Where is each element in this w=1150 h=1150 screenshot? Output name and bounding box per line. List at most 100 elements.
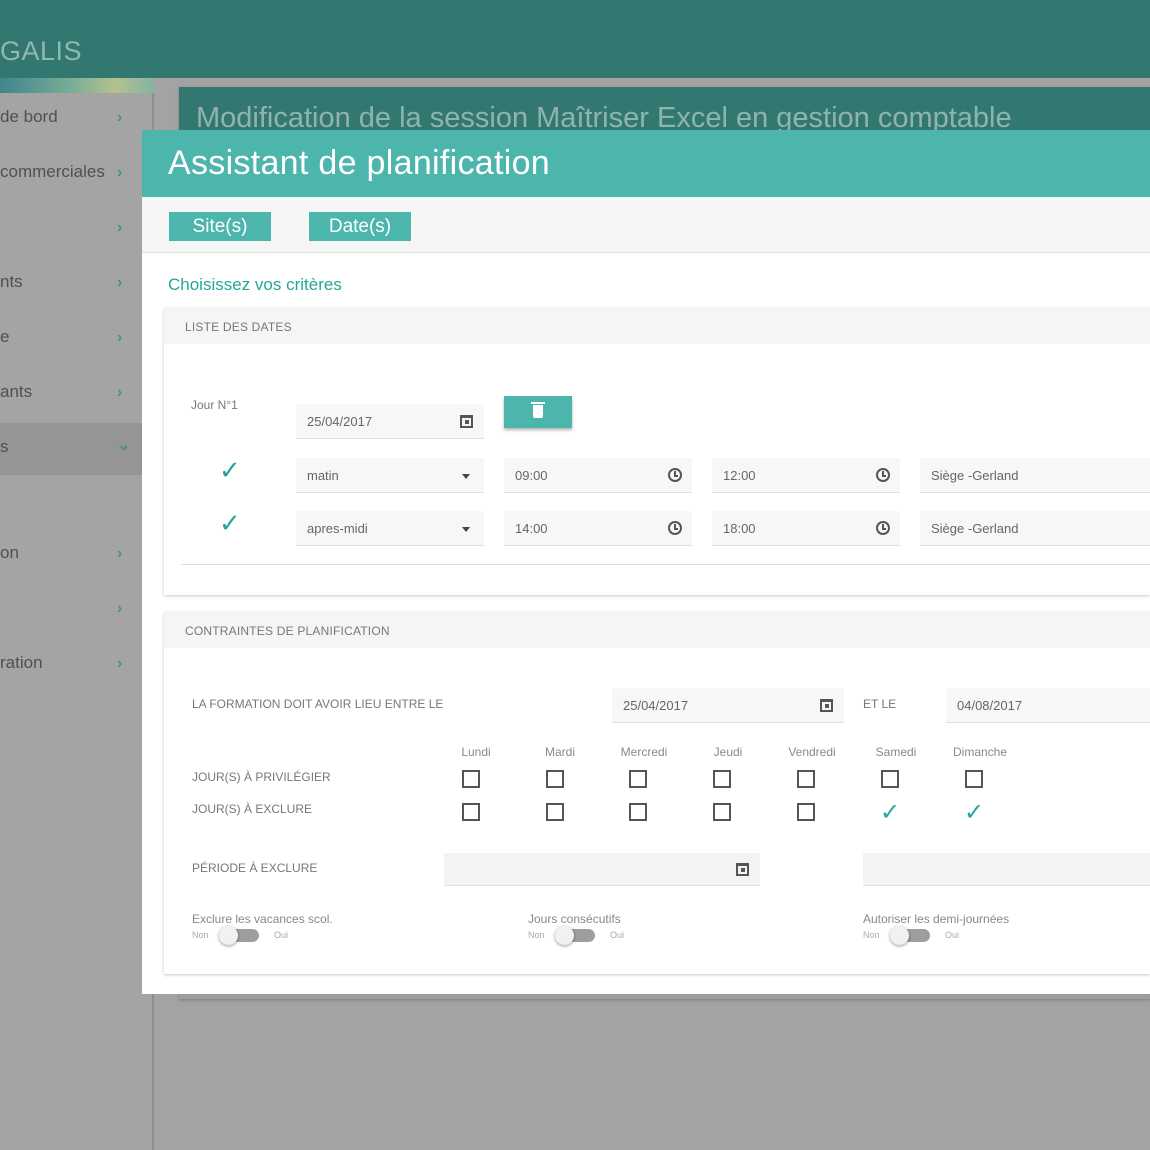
day-header-mardi: Mardi bbox=[544, 745, 575, 759]
prefer-dimanche-checkbox[interactable] bbox=[965, 770, 983, 788]
app-logo[interactable]: GALIS bbox=[0, 36, 82, 67]
dates-list-card: LISTE DES DATES Jour N°1 25/04/2017 ✓ ma… bbox=[164, 308, 1150, 595]
toggle-on-label: Oui bbox=[610, 930, 625, 940]
toggle-off-label: Non bbox=[863, 930, 880, 940]
prefer-mardi-checkbox[interactable] bbox=[546, 770, 564, 788]
calendar-icon[interactable] bbox=[736, 863, 749, 876]
sidebar-item-7-active[interactable]: s ⌄ bbox=[0, 423, 154, 475]
end-time-input[interactable]: 18:00 bbox=[712, 511, 900, 546]
and-label: ET LE bbox=[863, 697, 897, 711]
period-select[interactable]: matin bbox=[296, 458, 484, 493]
exclude-lundi-checkbox[interactable] bbox=[462, 803, 480, 821]
tab-dates[interactable]: Date(s) bbox=[309, 212, 411, 241]
exclude-period-end-input[interactable] bbox=[863, 853, 1150, 886]
sidebar-item-8[interactable]: on › bbox=[0, 529, 154, 581]
start-time-input[interactable]: 09:00 bbox=[504, 458, 692, 493]
day-date-input[interactable]: 25/04/2017 bbox=[296, 404, 484, 439]
sidebar-item-label: ration bbox=[0, 653, 43, 672]
exclude-mercredi-checkbox[interactable] bbox=[629, 803, 647, 821]
sidebar-item-commercial[interactable]: commerciales › bbox=[0, 148, 154, 200]
planning-assistant-modal: Assistant de planification Site(s) Date(… bbox=[142, 130, 1150, 994]
chevron-right-icon: › bbox=[117, 164, 123, 181]
prefer-days-label: JOUR(S) À PRIVILÉGIER bbox=[192, 770, 331, 784]
site-input[interactable]: Siège -Gerland bbox=[920, 511, 1150, 546]
chevron-right-icon: › bbox=[117, 219, 123, 236]
toggle-off-label: Non bbox=[528, 930, 545, 940]
prefer-samedi-checkbox[interactable] bbox=[881, 770, 899, 788]
prefer-jeudi-checkbox[interactable] bbox=[713, 770, 731, 788]
toggle-knob[interactable] bbox=[890, 926, 909, 945]
exclude-vendredi-checkbox[interactable] bbox=[797, 803, 815, 821]
start-date-input[interactable]: 25/04/2017 bbox=[612, 688, 844, 723]
toggle-knob[interactable] bbox=[555, 926, 574, 945]
sidebar-item-label: commerciales bbox=[0, 162, 105, 181]
exclude-dimanche-checkbox-checked[interactable]: ✓ bbox=[964, 801, 984, 825]
clock-icon[interactable] bbox=[668, 468, 682, 482]
toggle-label: Jours consécutifs bbox=[528, 912, 621, 926]
divider bbox=[181, 564, 1150, 565]
chevron-down-icon: ⌄ bbox=[117, 437, 131, 454]
exclude-period-start-input[interactable] bbox=[444, 853, 760, 886]
start-time-input[interactable]: 14:00 bbox=[504, 511, 692, 546]
toggle-on-label: Oui bbox=[945, 930, 960, 940]
end-date-input[interactable]: 04/08/2017 bbox=[946, 688, 1150, 723]
day-label: Jour N°1 bbox=[191, 398, 238, 412]
chevron-right-icon: › bbox=[117, 655, 123, 672]
chevron-right-icon: › bbox=[117, 109, 123, 126]
end-time-input[interactable]: 12:00 bbox=[712, 458, 900, 493]
exclude-mardi-checkbox[interactable] bbox=[546, 803, 564, 821]
tab-sites[interactable]: Site(s) bbox=[169, 212, 271, 241]
end-time-value: 18:00 bbox=[723, 521, 756, 536]
start-date-value: 25/04/2017 bbox=[623, 698, 689, 713]
card-header: LISTE DES DATES bbox=[164, 308, 1150, 344]
exclude-samedi-checkbox-checked[interactable]: ✓ bbox=[880, 801, 900, 825]
app-topbar: GALIS bbox=[0, 0, 1150, 78]
start-time-value: 09:00 bbox=[515, 468, 548, 483]
sidebar-item-label: s bbox=[0, 437, 9, 456]
sidebar-item-4[interactable]: nts › bbox=[0, 258, 154, 310]
clock-icon[interactable] bbox=[876, 521, 890, 535]
chevron-right-icon: › bbox=[117, 384, 123, 401]
start-time-value: 14:00 bbox=[515, 521, 548, 536]
day-header-mercredi: Mercredi bbox=[620, 745, 668, 759]
delete-day-button[interactable] bbox=[504, 396, 572, 428]
prefer-mercredi-checkbox[interactable] bbox=[629, 770, 647, 788]
sidebar-item-label: de bord bbox=[0, 107, 58, 126]
sidebar-item-dashboard[interactable]: de bord › bbox=[0, 93, 154, 145]
sidebar-item-label: ants bbox=[0, 382, 33, 401]
prefer-lundi-checkbox[interactable] bbox=[462, 770, 480, 788]
between-label: LA FORMATION DOIT AVOIR LIEU ENTRE LE bbox=[192, 697, 444, 711]
card-header: CONTRAINTES DE PLANIFICATION bbox=[164, 612, 1150, 648]
site-value: Siège -Gerland bbox=[931, 521, 1019, 536]
sidebar-item-6[interactable]: ants › bbox=[0, 368, 154, 420]
chevron-right-icon: › bbox=[117, 600, 123, 617]
sidebar-item-5[interactable]: e › bbox=[0, 313, 154, 365]
row-check-icon[interactable]: ✓ bbox=[219, 510, 241, 536]
calendar-icon[interactable] bbox=[460, 415, 473, 428]
chevron-right-icon: › bbox=[117, 545, 123, 562]
sidebar-item-3[interactable]: › bbox=[0, 203, 154, 255]
calendar-icon[interactable] bbox=[820, 699, 833, 712]
tab-bar: Site(s) Date(s) bbox=[142, 197, 1150, 253]
chevron-right-icon: › bbox=[117, 274, 123, 291]
clock-icon[interactable] bbox=[668, 521, 682, 535]
trash-icon bbox=[531, 402, 545, 418]
sidebar-item-9[interactable]: › bbox=[0, 584, 154, 636]
toggle-off-label: Non bbox=[192, 930, 209, 940]
prefer-vendredi-checkbox[interactable] bbox=[797, 770, 815, 788]
sidebar-item-10[interactable]: ration › bbox=[0, 639, 154, 691]
toggle-on-label: Oui bbox=[274, 930, 289, 940]
chevron-right-icon: › bbox=[117, 329, 123, 346]
end-time-value: 12:00 bbox=[723, 468, 756, 483]
exclude-days-label: JOUR(S) À EXCLURE bbox=[192, 802, 313, 816]
criteria-heading: Choisissez vos critères bbox=[168, 275, 342, 294]
row-check-icon[interactable]: ✓ bbox=[219, 457, 241, 483]
clock-icon[interactable] bbox=[876, 468, 890, 482]
exclude-jeudi-checkbox[interactable] bbox=[713, 803, 731, 821]
period-select[interactable]: apres-midi bbox=[296, 511, 484, 546]
day-header-vendredi: Vendredi bbox=[788, 745, 836, 759]
day-header-dimanche: Dimanche bbox=[952, 745, 1008, 759]
card-title: LISTE DES DATES bbox=[185, 320, 292, 334]
toggle-knob[interactable] bbox=[219, 926, 238, 945]
site-input[interactable]: Siège -Gerland bbox=[920, 458, 1150, 493]
